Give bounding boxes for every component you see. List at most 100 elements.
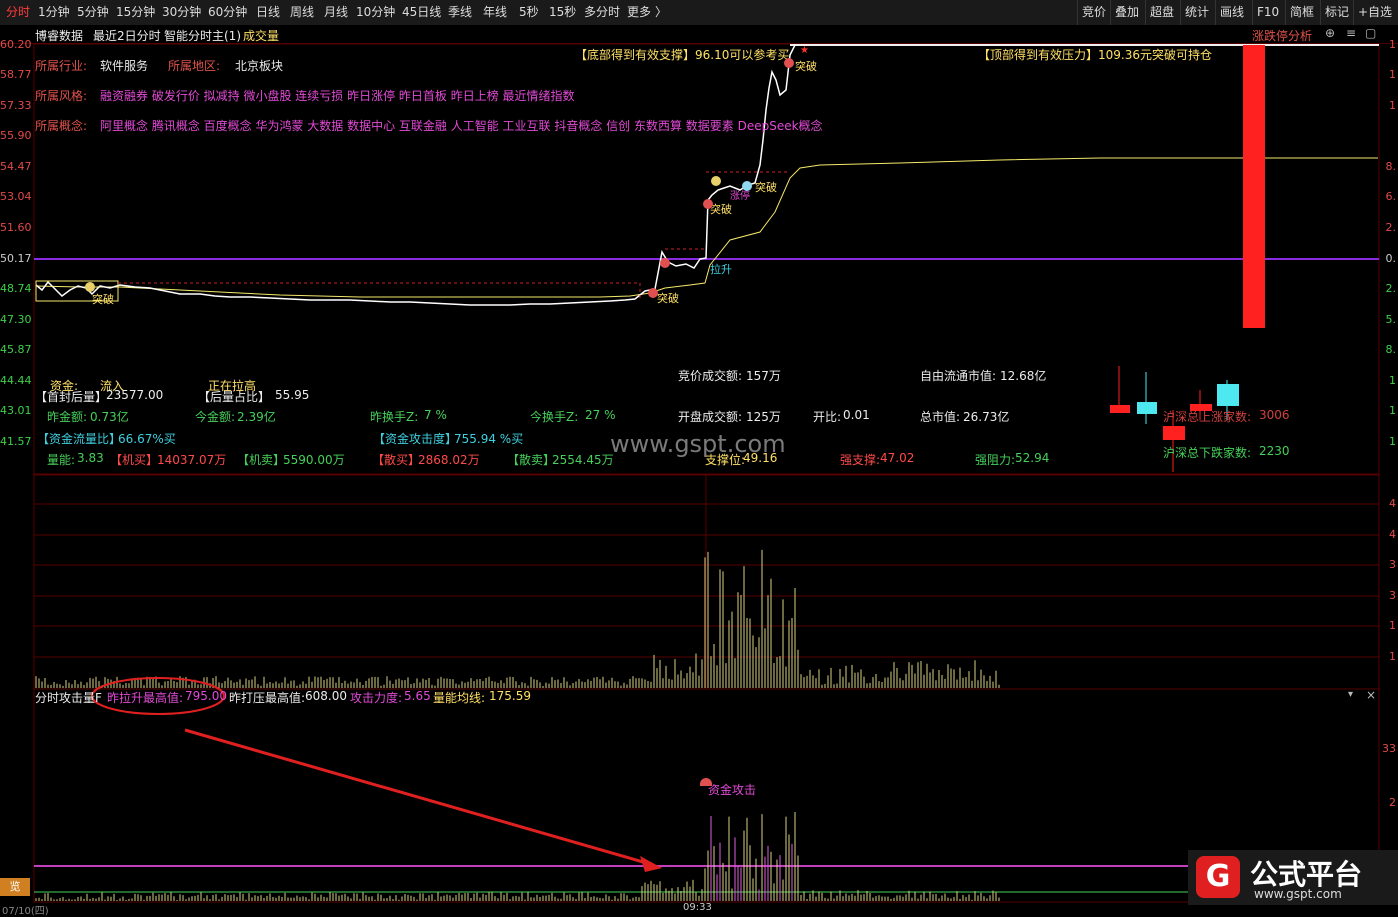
today-amount-label: 今金额: xyxy=(195,410,236,424)
dropdown-icon[interactable]: ▾ xyxy=(1348,689,1353,700)
bottom-left-tab[interactable]: 览 xyxy=(0,878,30,896)
vol-tick: 1 xyxy=(1389,650,1396,663)
region-value: 北京板块 xyxy=(235,59,284,73)
jmc-label: 【机卖】 xyxy=(237,453,286,467)
pct-tick: 1 xyxy=(1389,99,1396,112)
buy-signal-icon xyxy=(660,258,670,268)
platform-logo: G 公式平台 www.gspt.com xyxy=(1188,850,1398,905)
limit-up-big-bar xyxy=(1243,45,1265,328)
price-line xyxy=(35,44,796,306)
yest-turnover-value: 7 % xyxy=(424,408,447,422)
pct-tick: 8. xyxy=(1385,160,1397,173)
y-tick: 41.57 xyxy=(0,435,32,448)
star-icon: ★ xyxy=(800,45,809,56)
atk-tick: 33 xyxy=(1382,742,1396,755)
sm-value: 2868.02万 xyxy=(418,453,480,467)
open-amount-value: 125万 xyxy=(746,410,781,424)
smc-value: 2554.45万 xyxy=(552,453,614,467)
today-turnover-label: 今换手Z: xyxy=(530,410,579,424)
attack-panel-frame xyxy=(33,688,1380,903)
candle-5 xyxy=(1217,384,1239,406)
yest-amount-label: 昨金额: xyxy=(47,410,88,424)
breakout-label-3: 突破 xyxy=(710,203,732,216)
support-value: 49.16 xyxy=(743,451,778,465)
vol-tick: 4 xyxy=(1389,528,1396,541)
today-turnover-value: 27 % xyxy=(585,408,616,422)
concept-value: 阿里概念 腾讯概念 百度概念 华为鸿蒙 大数据 数据中心 互联金融 人工智能 工… xyxy=(100,119,823,133)
open-ratio-label: 开比: xyxy=(813,410,842,424)
volume-bars xyxy=(35,549,1000,688)
strong-support-label: 强支撑: xyxy=(840,453,881,467)
pct-tick: 1 xyxy=(1389,374,1396,387)
first-seal-label: 【首封后量】 xyxy=(35,390,108,404)
today-amount-value: 2.39亿 xyxy=(237,410,276,424)
down-count-value: 2230 xyxy=(1259,444,1290,458)
first-seal-value: 23577.00 xyxy=(106,388,164,402)
industry-value: 软件服务 xyxy=(100,59,149,73)
max-pull-value: 795.00 xyxy=(185,689,227,703)
total-cap-label: 总市值: xyxy=(920,410,961,424)
y-tick: 44.44 xyxy=(0,374,32,387)
diamond-icon xyxy=(742,181,752,191)
support-label: 支撑位: xyxy=(705,453,746,467)
yest-turnover-label: 昨换手Z: xyxy=(370,410,419,424)
flow-ratio-label: 【资金流量比】 xyxy=(37,432,122,446)
bottom-time: 09:33 xyxy=(683,902,712,913)
open-amount-label: 开盘成交额: xyxy=(678,410,743,424)
max-press-label: 昨打压最高值: xyxy=(229,691,306,705)
atk-tick: 2 xyxy=(1389,796,1396,809)
attack-title[interactable]: 分时攻击量F xyxy=(35,689,102,706)
breakout-label-5: 突破 xyxy=(795,60,817,73)
g-logo-icon: G xyxy=(1196,856,1240,898)
y-tick: 48.74 xyxy=(0,282,32,295)
strong-resist-label: 强阻力: xyxy=(975,453,1016,467)
y-tick: 60.20 xyxy=(0,38,32,51)
style-label: 所属风格: xyxy=(35,89,88,103)
y-tick: 55.90 xyxy=(0,129,32,142)
fund-attack-label: 资金攻击 xyxy=(708,783,757,797)
up-count-value: 3006 xyxy=(1259,408,1290,422)
avg-value: 175.59 xyxy=(489,689,531,703)
pullup-label: 拉升 xyxy=(710,263,732,276)
buy-signal-icon xyxy=(703,199,713,209)
y-tick: 54.47 xyxy=(0,160,32,173)
sm-label: 【散买】 xyxy=(372,453,421,467)
force-value: 5.65 xyxy=(404,689,431,703)
logo-url: www.gspt.com xyxy=(1254,887,1342,901)
qn-value: 3.83 xyxy=(77,451,104,465)
strong-resist-value: 52.94 xyxy=(1015,451,1050,465)
breakout-label-2: 突破 xyxy=(657,292,679,305)
jmc-value: 5590.00万 xyxy=(283,453,345,467)
buy-signal-icon xyxy=(784,58,794,68)
total-cap-value: 26.73亿 xyxy=(963,410,1010,424)
industry-label: 所属行业: xyxy=(35,59,88,73)
y-tick: 53.04 xyxy=(0,190,32,203)
pressure-signal: 【顶部得到有效压力】109.36元突破可持仓 xyxy=(978,48,1212,62)
bottom-date: 07/10(四) xyxy=(2,906,49,917)
y-tick: 58.77 xyxy=(0,68,32,81)
candle-1 xyxy=(1110,405,1130,413)
close-icon[interactable]: × xyxy=(1366,688,1376,702)
arrow-head-icon xyxy=(640,856,662,872)
vol-tick: 1 xyxy=(1389,619,1396,632)
max-press-value: 608.00 xyxy=(305,689,347,703)
breakout-label-4: 突破 xyxy=(755,181,777,194)
candle-2 xyxy=(1137,402,1157,414)
float-cap-value: 12.68亿 xyxy=(1000,369,1047,383)
fire-icon xyxy=(700,778,712,786)
support-signal: 【底部得到有效支撑】96.10可以参考买 xyxy=(575,48,790,62)
after-ratio-label: 【后量占比】 xyxy=(198,390,271,404)
y-tick: 43.01 xyxy=(0,404,32,417)
pct-tick: 1 xyxy=(1389,68,1396,81)
y-tick: 45.87 xyxy=(0,343,32,356)
pct-tick: 0. xyxy=(1385,252,1397,265)
avg-label: 量能均线: xyxy=(433,691,486,705)
strong-support-value: 47.02 xyxy=(880,451,915,465)
volume-grid xyxy=(34,475,1379,689)
buy-signal-icon xyxy=(648,288,658,298)
candle-3 xyxy=(1163,426,1185,440)
y-tick: 47.30 xyxy=(0,313,32,326)
yest-amount-value: 0.73亿 xyxy=(90,410,129,424)
money-bag-icon xyxy=(711,176,721,186)
smc-label: 【散卖】 xyxy=(507,453,556,467)
